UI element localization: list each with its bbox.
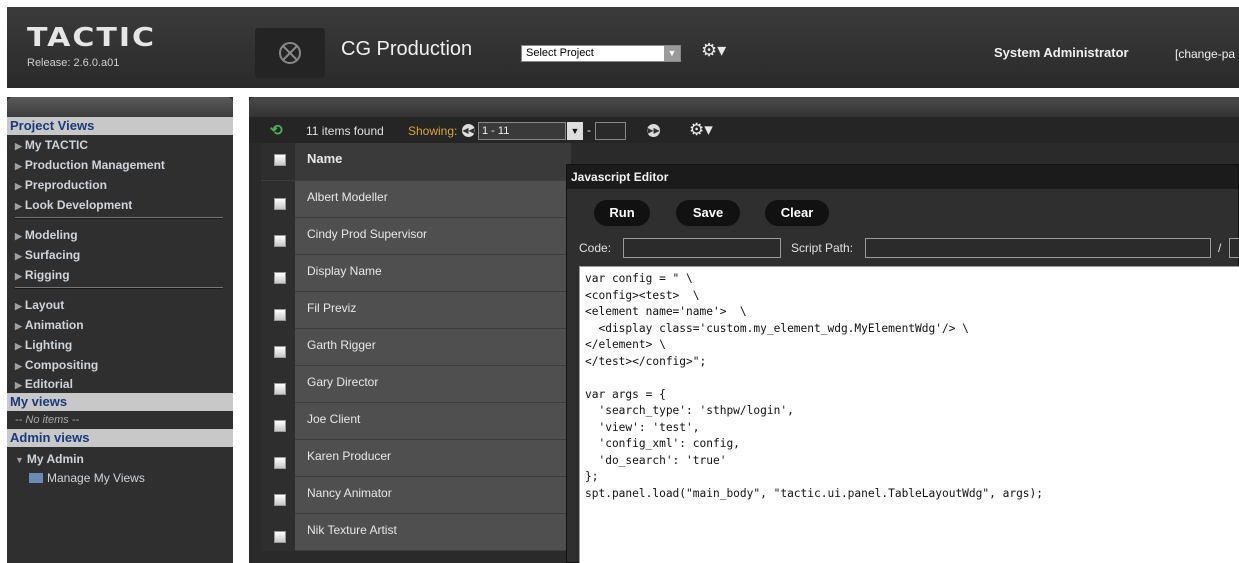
sidebar-item-my-tactic[interactable]: ▶ My TACTIC — [7, 135, 233, 155]
row-checkbox[interactable] — [274, 383, 286, 395]
row-checkbox[interactable] — [274, 457, 286, 469]
script-name-field[interactable] — [1229, 238, 1239, 258]
sidebar: Project Views ▶ My TACTIC ▶ Production Man… — [7, 97, 233, 563]
expand-triangle-icon: ▶ — [15, 341, 22, 351]
table-row[interactable]: Gary Director — [261, 366, 571, 403]
table-toolbar: ⟲ 11 items found Showing: ◀◀ 1 - 11 ▼ - … — [249, 117, 1239, 143]
header-bar: TACTIC Release: 2.6.0.a01 CG Production … — [7, 7, 1239, 88]
expand-triangle-icon: ▶ — [15, 201, 22, 211]
run-button[interactable]: Run — [594, 200, 650, 226]
expand-triangle-icon: ▶ — [15, 361, 22, 371]
select-all-checkbox[interactable] — [274, 154, 286, 166]
clear-button[interactable]: Clear — [765, 200, 829, 226]
gear-menu-icon[interactable]: ⚙▾ — [689, 120, 713, 140]
expand-triangle-icon: ▶ — [15, 380, 22, 390]
table-row[interactable]: Karen Producer — [261, 440, 571, 477]
sidebar-header-bar — [7, 97, 233, 117]
table-header-row: Name — [261, 143, 571, 181]
project-select[interactable]: Select Project ▼ — [521, 45, 681, 62]
table-row[interactable]: Display Name — [261, 255, 571, 292]
code-text: var config = " \ <config><test> \ <eleme… — [585, 272, 1044, 500]
sidebar-item-modeling[interactable]: ▶ Modeling — [7, 225, 233, 245]
my-views-heading: My views — [7, 393, 233, 411]
collapse-triangle-icon: ▼ — [15, 455, 24, 465]
expand-triangle-icon: ▶ — [15, 141, 22, 151]
table-row[interactable]: Garth Rigger — [261, 329, 571, 366]
users-table: Name Albert Modeller Cindy Prod Supervis… — [261, 143, 571, 551]
sidebar-item-preproduction[interactable]: ▶ Preproduction — [7, 175, 233, 195]
change-password-link[interactable]: [change-pa — [1175, 47, 1235, 61]
page-input[interactable] — [595, 122, 626, 140]
sidebar-item-rigging[interactable]: ▶ Rigging — [7, 265, 233, 285]
no-image-icon — [279, 42, 301, 64]
table-row[interactable]: Nancy Animator — [261, 477, 571, 514]
next-page-icon[interactable]: ▶▶ — [647, 124, 660, 137]
expand-triangle-icon: ▶ — [15, 231, 22, 241]
editor-title[interactable]: Javascript Editor — [567, 165, 1238, 189]
showing-label: Showing: — [408, 124, 458, 138]
table-row[interactable]: Albert Modeller — [261, 181, 571, 218]
row-checkbox[interactable] — [274, 420, 286, 432]
name-column-header[interactable]: Name — [307, 151, 342, 166]
sidebar-divider — [15, 217, 223, 219]
main-header-bar — [249, 97, 1239, 117]
sidebar-item-compositing[interactable]: ▶ Compositing — [7, 355, 233, 375]
expand-triangle-icon: ▶ — [15, 271, 22, 281]
range-select[interactable]: 1 - 11 — [478, 122, 566, 140]
row-checkbox[interactable] — [274, 531, 286, 543]
range-dash: - — [587, 123, 591, 137]
no-items-label: -- No items -- — [15, 414, 80, 426]
previous-page-icon[interactable]: ◀◀ — [462, 124, 475, 137]
code-field[interactable] — [623, 238, 781, 258]
row-checkbox[interactable] — [274, 494, 286, 506]
row-checkbox[interactable] — [274, 272, 286, 284]
script-path-label: Script Path: — [791, 241, 854, 255]
sidebar-item-surfacing[interactable]: ▶ Surfacing — [7, 245, 233, 265]
project-select-value: Select Project — [526, 47, 594, 59]
items-found-label: 11 items found — [306, 124, 384, 138]
save-button[interactable]: Save — [676, 200, 740, 226]
table-row[interactable]: Cindy Prod Supervisor — [261, 218, 571, 255]
script-path-field[interactable] — [865, 238, 1211, 258]
expand-triangle-icon: ▶ — [15, 181, 22, 191]
admin-views-heading: Admin views — [7, 429, 233, 447]
chevron-down-icon[interactable]: ▼ — [664, 46, 680, 61]
row-checkbox[interactable] — [274, 235, 286, 247]
expand-triangle-icon: ▶ — [15, 161, 22, 171]
expand-triangle-icon: ▶ — [15, 251, 22, 261]
path-separator: / — [1218, 241, 1222, 255]
code-editor-textarea[interactable]: var config = " \ <config><test> \ <eleme… — [579, 266, 1239, 563]
javascript-editor-panel: Javascript Editor Run Save Clear Code: S… — [566, 164, 1239, 563]
sidebar-divider — [15, 287, 223, 289]
expand-triangle-icon: ▶ — [15, 321, 22, 331]
sidebar-item-my-admin[interactable]: ▼ My Admin — [7, 447, 233, 469]
view-manager-icon — [29, 473, 43, 483]
sidebar-item-manage-my-views[interactable]: Manage My Views — [7, 469, 233, 487]
row-checkbox[interactable] — [274, 346, 286, 358]
table-row[interactable]: Nik Texture Artist — [261, 514, 571, 551]
row-checkbox[interactable] — [274, 198, 286, 210]
chevron-down-icon[interactable]: ▼ — [567, 122, 583, 140]
release-label: Release: 2.6.0.a01 — [27, 57, 120, 69]
project-views-heading: Project Views — [7, 117, 233, 135]
table-row[interactable]: Joe Client — [261, 403, 571, 440]
gear-menu-icon[interactable]: ⚙▾ — [701, 40, 726, 61]
sidebar-item-lighting[interactable]: ▶ Lighting — [7, 335, 233, 355]
project-icon — [255, 28, 325, 78]
project-title: CG Production — [341, 38, 473, 60]
refresh-icon[interactable]: ⟲ — [270, 121, 283, 139]
table-row[interactable]: Fil Previz — [261, 292, 571, 329]
sidebar-item-look-development[interactable]: ▶ Look Development — [7, 195, 233, 215]
code-label: Code: — [579, 241, 612, 255]
user-name: System Administrator — [994, 45, 1129, 60]
tactic-logo: TACTIC — [27, 23, 157, 53]
sidebar-item-animation[interactable]: ▶ Animation — [7, 315, 233, 335]
sidebar-item-production-management[interactable]: ▶ Production Management — [7, 155, 233, 175]
expand-triangle-icon: ▶ — [15, 301, 22, 311]
sidebar-item-layout[interactable]: ▶ Layout — [7, 295, 233, 315]
sidebar-item-editorial[interactable]: ▶ Editorial — [7, 375, 233, 393]
row-checkbox[interactable] — [274, 309, 286, 321]
